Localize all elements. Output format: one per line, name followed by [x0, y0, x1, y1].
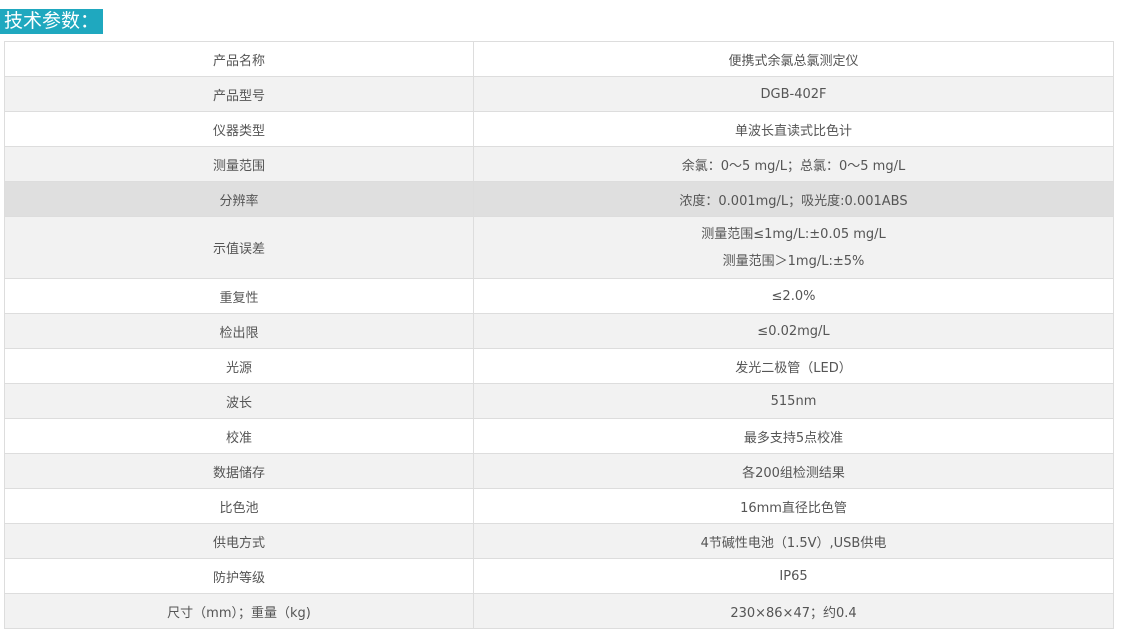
- spec-value: 单波长直读式比色计: [473, 111, 1114, 147]
- spec-label: 示值误差: [4, 216, 474, 279]
- spec-value: 浓度：0.001mg/L；吸光度:0.001ABS: [473, 181, 1114, 217]
- spec-label: 光源: [4, 348, 474, 384]
- spec-value: 230×86×47；约0.4: [473, 593, 1114, 629]
- spec-value: ≤2.0%: [473, 278, 1114, 314]
- spec-table: 产品名称 便携式余氯总氯测定仪 产品型号 DGB-402F 仪器类型 单波长直读…: [4, 41, 1114, 629]
- table-row: 尺寸（mm）；重量（kg) 230×86×47；约0.4: [4, 593, 1114, 629]
- table-row: 重复性 ≤2.0%: [4, 278, 1114, 314]
- table-row: 光源 发光二极管（LED）: [4, 348, 1114, 384]
- table-row: 供电方式 4节碱性电池（1.5V）,USB供电: [4, 523, 1114, 559]
- spec-value: 最多支持5点校准: [473, 418, 1114, 454]
- spec-value: IP65: [473, 558, 1114, 594]
- table-row: 仪器类型 单波长直读式比色计: [4, 111, 1114, 147]
- spec-label: 波长: [4, 383, 474, 419]
- section-heading: 技术参数：: [0, 9, 104, 34]
- spec-label: 分辨率: [4, 181, 474, 217]
- spec-label: 产品型号: [4, 76, 474, 112]
- spec-value: ≤0.02mg/L: [473, 313, 1114, 349]
- table-row: 测量范围 余氯：0～5 mg/L；总氯：0～5 mg/L: [4, 146, 1114, 182]
- table-row: 检出限 ≤0.02mg/L: [4, 313, 1114, 349]
- table-row: 校准 最多支持5点校准: [4, 418, 1114, 454]
- spec-value-line: 测量范围＞1mg/L:±5%: [722, 253, 865, 269]
- spec-label: 数据储存: [4, 453, 474, 489]
- spec-value: 各200组检测结果: [473, 453, 1114, 489]
- spec-label: 测量范围: [4, 146, 474, 182]
- spec-value: 余氯：0～5 mg/L；总氯：0～5 mg/L: [473, 146, 1114, 182]
- table-row: 波长 515nm: [4, 383, 1114, 419]
- spec-value: DGB-402F: [473, 76, 1114, 112]
- table-row: 产品名称 便携式余氯总氯测定仪: [4, 41, 1114, 77]
- spec-value: 便携式余氯总氯测定仪: [473, 41, 1114, 77]
- spec-label: 校准: [4, 418, 474, 454]
- spec-label: 仪器类型: [4, 111, 474, 147]
- spec-value-multiline: 测量范围≤1mg/L:±0.05 mg/L 测量范围＞1mg/L:±5%: [473, 216, 1114, 279]
- spec-label: 比色池: [4, 488, 474, 524]
- spec-label: 重复性: [4, 278, 474, 314]
- table-row-highlighted: 分辨率 浓度：0.001mg/L；吸光度:0.001ABS: [4, 181, 1114, 217]
- table-row: 防护等级 IP65: [4, 558, 1114, 594]
- spec-label: 供电方式: [4, 523, 474, 559]
- table-row: 数据储存 各200组检测结果: [4, 453, 1114, 489]
- spec-value: 16mm直径比色管: [473, 488, 1114, 524]
- spec-value-line: 测量范围≤1mg/L:±0.05 mg/L: [701, 226, 886, 242]
- table-row: 产品型号 DGB-402F: [4, 76, 1114, 112]
- spec-label: 防护等级: [4, 558, 474, 594]
- spec-value: 发光二极管（LED）: [473, 348, 1114, 384]
- spec-label: 检出限: [4, 313, 474, 349]
- table-row: 示值误差 测量范围≤1mg/L:±0.05 mg/L 测量范围＞1mg/L:±5…: [4, 216, 1114, 279]
- spec-label: 尺寸（mm）；重量（kg): [4, 593, 474, 629]
- table-row: 比色池 16mm直径比色管: [4, 488, 1114, 524]
- spec-value: 515nm: [473, 383, 1114, 419]
- spec-value: 4节碱性电池（1.5V）,USB供电: [473, 523, 1114, 559]
- spec-label: 产品名称: [4, 41, 474, 77]
